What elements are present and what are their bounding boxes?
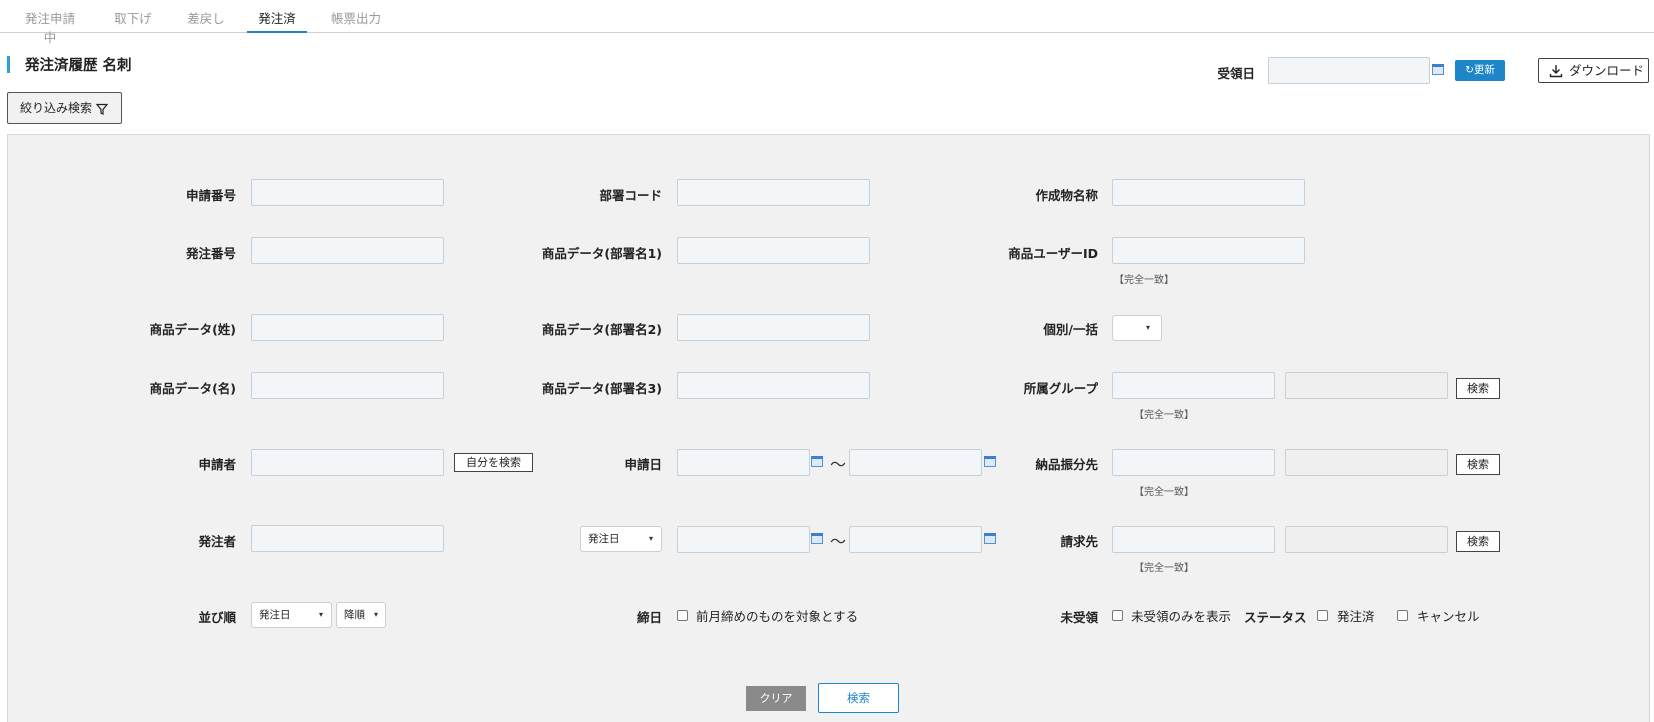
order-no-input[interactable] [251, 237, 444, 264]
dept-code-input[interactable] [677, 179, 870, 206]
dept-code-label: 部署コード [599, 188, 662, 203]
date-type-from-input[interactable] [677, 526, 810, 553]
download-button[interactable]: ダウンロード [1538, 58, 1649, 83]
billing-code-input[interactable] [1112, 526, 1275, 553]
dept1-label: 商品データ(部署名1) [541, 246, 662, 261]
first-name-input[interactable] [251, 372, 444, 399]
delivery-search-button[interactable]: 検索 [1456, 454, 1500, 475]
tab-returned[interactable]: 差戻し [187, 8, 225, 33]
tab-report-output[interactable]: 帳票出力 [331, 8, 381, 33]
chevron-down-icon: ▾ [1145, 323, 1150, 332]
group-code-input[interactable] [1112, 372, 1275, 399]
tab-withdrawn[interactable]: 取下げ [114, 8, 152, 33]
closing-checkbox[interactable] [677, 610, 688, 621]
product-name-label: 作成物名称 [1035, 188, 1098, 203]
filter-toggle-button[interactable]: 絞り込み検索 [7, 92, 122, 124]
status-cancel-label: キャンセル [1417, 609, 1480, 624]
chevron-down-icon: ▾ [373, 610, 378, 619]
filter-icon [96, 103, 108, 115]
exact-match-note: 【完全一致】 [1114, 275, 1174, 286]
application-date-from-input[interactable] [677, 449, 810, 476]
filter-panel [7, 134, 1650, 722]
unreceived-checkbox[interactable] [1112, 610, 1123, 621]
download-label: ダウンロード [1569, 63, 1645, 78]
individual-bulk-label: 個別/一括 [1043, 322, 1098, 337]
received-date-input[interactable] [1268, 57, 1430, 84]
group-search-button[interactable]: 検索 [1456, 378, 1500, 399]
user-id-input[interactable] [1112, 237, 1305, 264]
dept3-input[interactable] [677, 372, 870, 399]
status-tabs: 発注申請中 取下げ 差戻し 発注済 帳票出力 [0, 0, 1654, 45]
date-type-select[interactable]: 発注日 ▾ [580, 526, 662, 552]
refresh-button[interactable]: ↻更新 [1455, 60, 1505, 81]
chevron-down-icon: ▾ [318, 610, 323, 619]
status-label: ステータス [1244, 610, 1307, 625]
individual-bulk-select[interactable]: ▾ [1112, 315, 1162, 341]
title-accent-bar [7, 56, 10, 73]
group-label: 所属グループ [1023, 381, 1098, 396]
applicant-label: 申請者 [198, 457, 236, 472]
orderer-input[interactable] [251, 525, 444, 552]
tab-ordered[interactable]: 発注済 [247, 8, 307, 33]
chevron-down-icon: ▾ [648, 534, 653, 543]
delivery-code-input[interactable] [1112, 449, 1275, 476]
clear-button[interactable]: クリア [746, 686, 806, 711]
refresh-label: 更新 [1473, 64, 1495, 76]
refresh-icon: ↻ [1465, 64, 1474, 76]
download-icon [1549, 65, 1563, 78]
exact-match-note: 【完全一致】 [1134, 410, 1194, 421]
self-search-button[interactable]: 自分を検索 [454, 453, 533, 472]
date-type-to-input[interactable] [849, 526, 982, 553]
unreceived-label: 未受領 [1060, 610, 1098, 625]
dept2-input[interactable] [677, 314, 870, 341]
exact-match-note: 【完全一致】 [1134, 563, 1194, 574]
tab-pending[interactable]: 発注申請中 [19, 8, 81, 45]
closing-checkbox-label: 前月締めのものを対象とする [696, 609, 859, 624]
billing-name-display [1285, 526, 1448, 553]
received-date-label: 受領日 [1217, 66, 1255, 81]
date-type-value: 発注日 [588, 533, 620, 545]
date-range-separator: 〜 [830, 532, 847, 551]
dept1-input[interactable] [677, 237, 870, 264]
status-cancel-checkbox[interactable] [1397, 610, 1408, 621]
sort-order-value: 降順 [344, 609, 365, 621]
application-no-label: 申請番号 [185, 188, 236, 203]
page-title: 発注済履歴 名刺 [25, 58, 132, 74]
application-date-to-input[interactable] [849, 449, 982, 476]
status-ordered-checkbox[interactable] [1317, 610, 1328, 621]
sort-order-select[interactable]: 降順 ▾ [336, 602, 386, 628]
closing-label: 締日 [636, 610, 662, 625]
exact-match-note: 【完全一致】 [1134, 487, 1194, 498]
delivery-label: 納品振分先 [1035, 457, 1098, 472]
dept3-label: 商品データ(部署名3) [541, 381, 662, 396]
date-range-separator: 〜 [830, 455, 847, 474]
calendar-icon[interactable] [811, 456, 823, 467]
unreceived-checkbox-label: 未受領のみを表示 [1131, 609, 1232, 624]
sort-label: 並び順 [198, 610, 236, 625]
first-name-label: 商品データ(名) [149, 381, 236, 396]
last-name-label: 商品データ(姓) [149, 322, 236, 337]
calendar-icon[interactable] [811, 533, 823, 544]
dept2-label: 商品データ(部署名2) [541, 322, 662, 337]
sort-field-value: 発注日 [259, 609, 291, 621]
calendar-icon[interactable] [1432, 64, 1444, 75]
billing-label: 請求先 [1060, 534, 1098, 549]
orderer-label: 発注者 [198, 534, 236, 549]
user-id-label: 商品ユーザーID [1008, 246, 1098, 261]
application-date-label: 申請日 [624, 457, 662, 472]
application-no-input[interactable] [251, 179, 444, 206]
sort-field-select[interactable]: 発注日 ▾ [251, 602, 332, 628]
delivery-name-display [1285, 449, 1448, 476]
search-button[interactable]: 検索 [818, 683, 899, 713]
filter-toggle-label: 絞り込み検索 [20, 101, 93, 115]
order-no-label: 発注番号 [185, 246, 236, 261]
status-ordered-label: 発注済 [1337, 609, 1375, 624]
group-name-display [1285, 372, 1448, 399]
last-name-input[interactable] [251, 314, 444, 341]
billing-search-button[interactable]: 検索 [1456, 531, 1500, 552]
product-name-input[interactable] [1112, 179, 1305, 206]
applicant-input[interactable] [251, 449, 444, 476]
